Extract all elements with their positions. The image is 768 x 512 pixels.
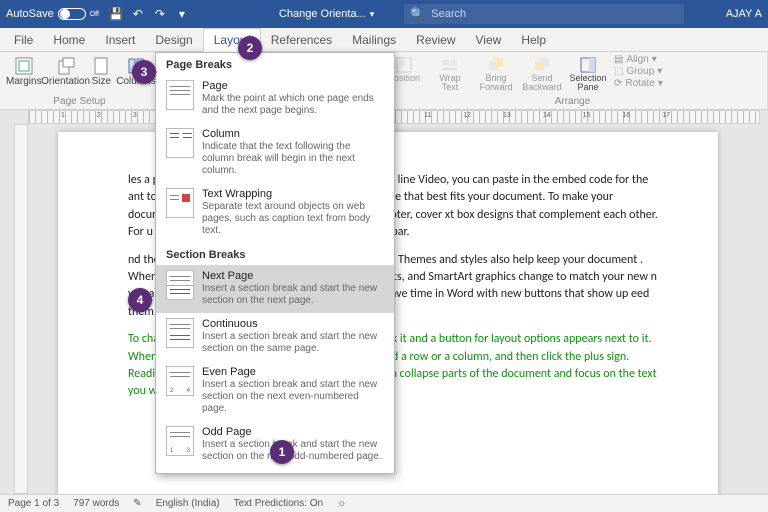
- tab-file[interactable]: File: [4, 29, 43, 51]
- selection-pane-button[interactable]: Selection Pane: [566, 54, 610, 94]
- tab-references[interactable]: References: [261, 29, 342, 51]
- wrap-text-button: Wrap Text: [428, 54, 472, 94]
- break-page[interactable]: PageMark the point at which one page end…: [156, 75, 394, 123]
- bring-forward-button: Bring Forward: [474, 54, 518, 94]
- align-icon: ▤: [614, 54, 623, 65]
- status-proofing-icon[interactable]: ✎: [133, 498, 141, 509]
- vertical-ruler[interactable]: [14, 124, 28, 494]
- section-breaks-header: Section Breaks: [156, 243, 394, 265]
- break-continuous[interactable]: ContinuousInsert a section break and sta…: [156, 313, 394, 361]
- arrange-mini-buttons: ▤Align ▾ ⬚Group ▾ ⟳Rotate ▾: [614, 54, 663, 94]
- ribbon: Margins Orientation Size Columns Page Se…: [0, 52, 768, 110]
- orientation-button[interactable]: Orientation: [46, 54, 86, 89]
- autosave-switch-icon[interactable]: [58, 8, 86, 20]
- size-icon: [91, 56, 111, 76]
- arrange-label: Arrange: [382, 96, 763, 108]
- status-text-predictions[interactable]: Text Predictions: On: [234, 498, 323, 509]
- document-title: Change Orienta...: [279, 8, 366, 20]
- page-setup-label: Page Setup: [4, 96, 155, 108]
- search-placeholder: Search: [431, 8, 466, 20]
- autosave-state: Off: [90, 11, 99, 18]
- tab-home[interactable]: Home: [43, 29, 95, 51]
- autosave-toggle[interactable]: AutoSave Off: [6, 8, 99, 20]
- callout-2: 2: [238, 36, 262, 60]
- break-text-wrapping[interactable]: Text WrappingSeparate text around object…: [156, 183, 394, 243]
- rotate-button: ⟳Rotate ▾: [614, 78, 663, 89]
- break-next-page-icon: [166, 270, 194, 300]
- callout-3: 3: [132, 60, 156, 84]
- undo-icon[interactable]: ↶: [131, 7, 145, 21]
- wrap-text-icon: [441, 56, 459, 74]
- size-button[interactable]: Size: [88, 54, 115, 89]
- callout-4: 4: [128, 288, 152, 312]
- position-icon: [395, 56, 413, 74]
- page-breaks-header: Page Breaks: [156, 53, 394, 75]
- group-button: ⬚Group ▾: [614, 66, 663, 77]
- break-wrap-icon: [166, 188, 194, 218]
- title-dropdown-icon[interactable]: ▾: [370, 9, 375, 20]
- callout-1: 1: [270, 440, 294, 464]
- group-icon: ⬚: [614, 66, 623, 77]
- save-icon[interactable]: 💾: [109, 7, 123, 21]
- qat-dropdown-icon[interactable]: ▾: [175, 7, 189, 21]
- status-language[interactable]: English (India): [156, 498, 220, 509]
- user-name[interactable]: AJAY A: [726, 8, 762, 20]
- break-page-icon: [166, 80, 194, 110]
- search-icon: 🔍: [410, 7, 425, 21]
- autosave-label: AutoSave: [6, 8, 54, 20]
- selection-pane-icon: [579, 56, 597, 74]
- tab-help[interactable]: Help: [511, 29, 556, 51]
- breaks-menu: Page Breaks PageMark the point at which …: [155, 52, 395, 474]
- orientation-icon: [56, 56, 76, 76]
- group-arrange: Position Wrap Text Bring Forward Send Ba…: [378, 52, 768, 109]
- break-column[interactable]: ColumnIndicate that the text following t…: [156, 123, 394, 183]
- bring-forward-icon: [487, 56, 505, 74]
- break-even-page[interactable]: 24 Even PageInsert a section break and s…: [156, 361, 394, 421]
- tab-mailings[interactable]: Mailings: [342, 29, 406, 51]
- redo-icon[interactable]: ↷: [153, 7, 167, 21]
- align-button: ▤Align ▾: [614, 54, 663, 65]
- tab-design[interactable]: Design: [145, 29, 202, 51]
- quick-access-toolbar: 💾 ↶ ↷ ▾: [109, 7, 189, 21]
- send-backward-icon: [533, 56, 551, 74]
- status-page[interactable]: Page 1 of 3: [8, 498, 59, 509]
- status-words[interactable]: 797 words: [73, 498, 119, 509]
- break-next-page[interactable]: Next PageInsert a section break and star…: [156, 265, 394, 313]
- send-backward-button: Send Backward: [520, 54, 564, 94]
- title-bar: AutoSave Off 💾 ↶ ↷ ▾ Change Orienta... ▾…: [0, 0, 768, 28]
- status-bar: Page 1 of 3 797 words ✎ English (India) …: [0, 494, 768, 512]
- break-even-page-icon: 24: [166, 366, 194, 396]
- tab-insert[interactable]: Insert: [95, 29, 145, 51]
- tab-view[interactable]: View: [466, 29, 512, 51]
- break-odd-page-icon: 13: [166, 426, 194, 456]
- margins-icon: [14, 56, 34, 76]
- tab-review[interactable]: Review: [406, 29, 465, 51]
- search-box[interactable]: 🔍 Search: [404, 4, 684, 24]
- rotate-icon: ⟳: [614, 78, 622, 89]
- ribbon-tabs: File Home Insert Design Layout Reference…: [0, 28, 768, 52]
- break-column-icon: [166, 128, 194, 158]
- break-continuous-icon: [166, 318, 194, 348]
- margins-button[interactable]: Margins: [4, 54, 44, 89]
- status-accessibility-icon[interactable]: ☼: [337, 498, 346, 509]
